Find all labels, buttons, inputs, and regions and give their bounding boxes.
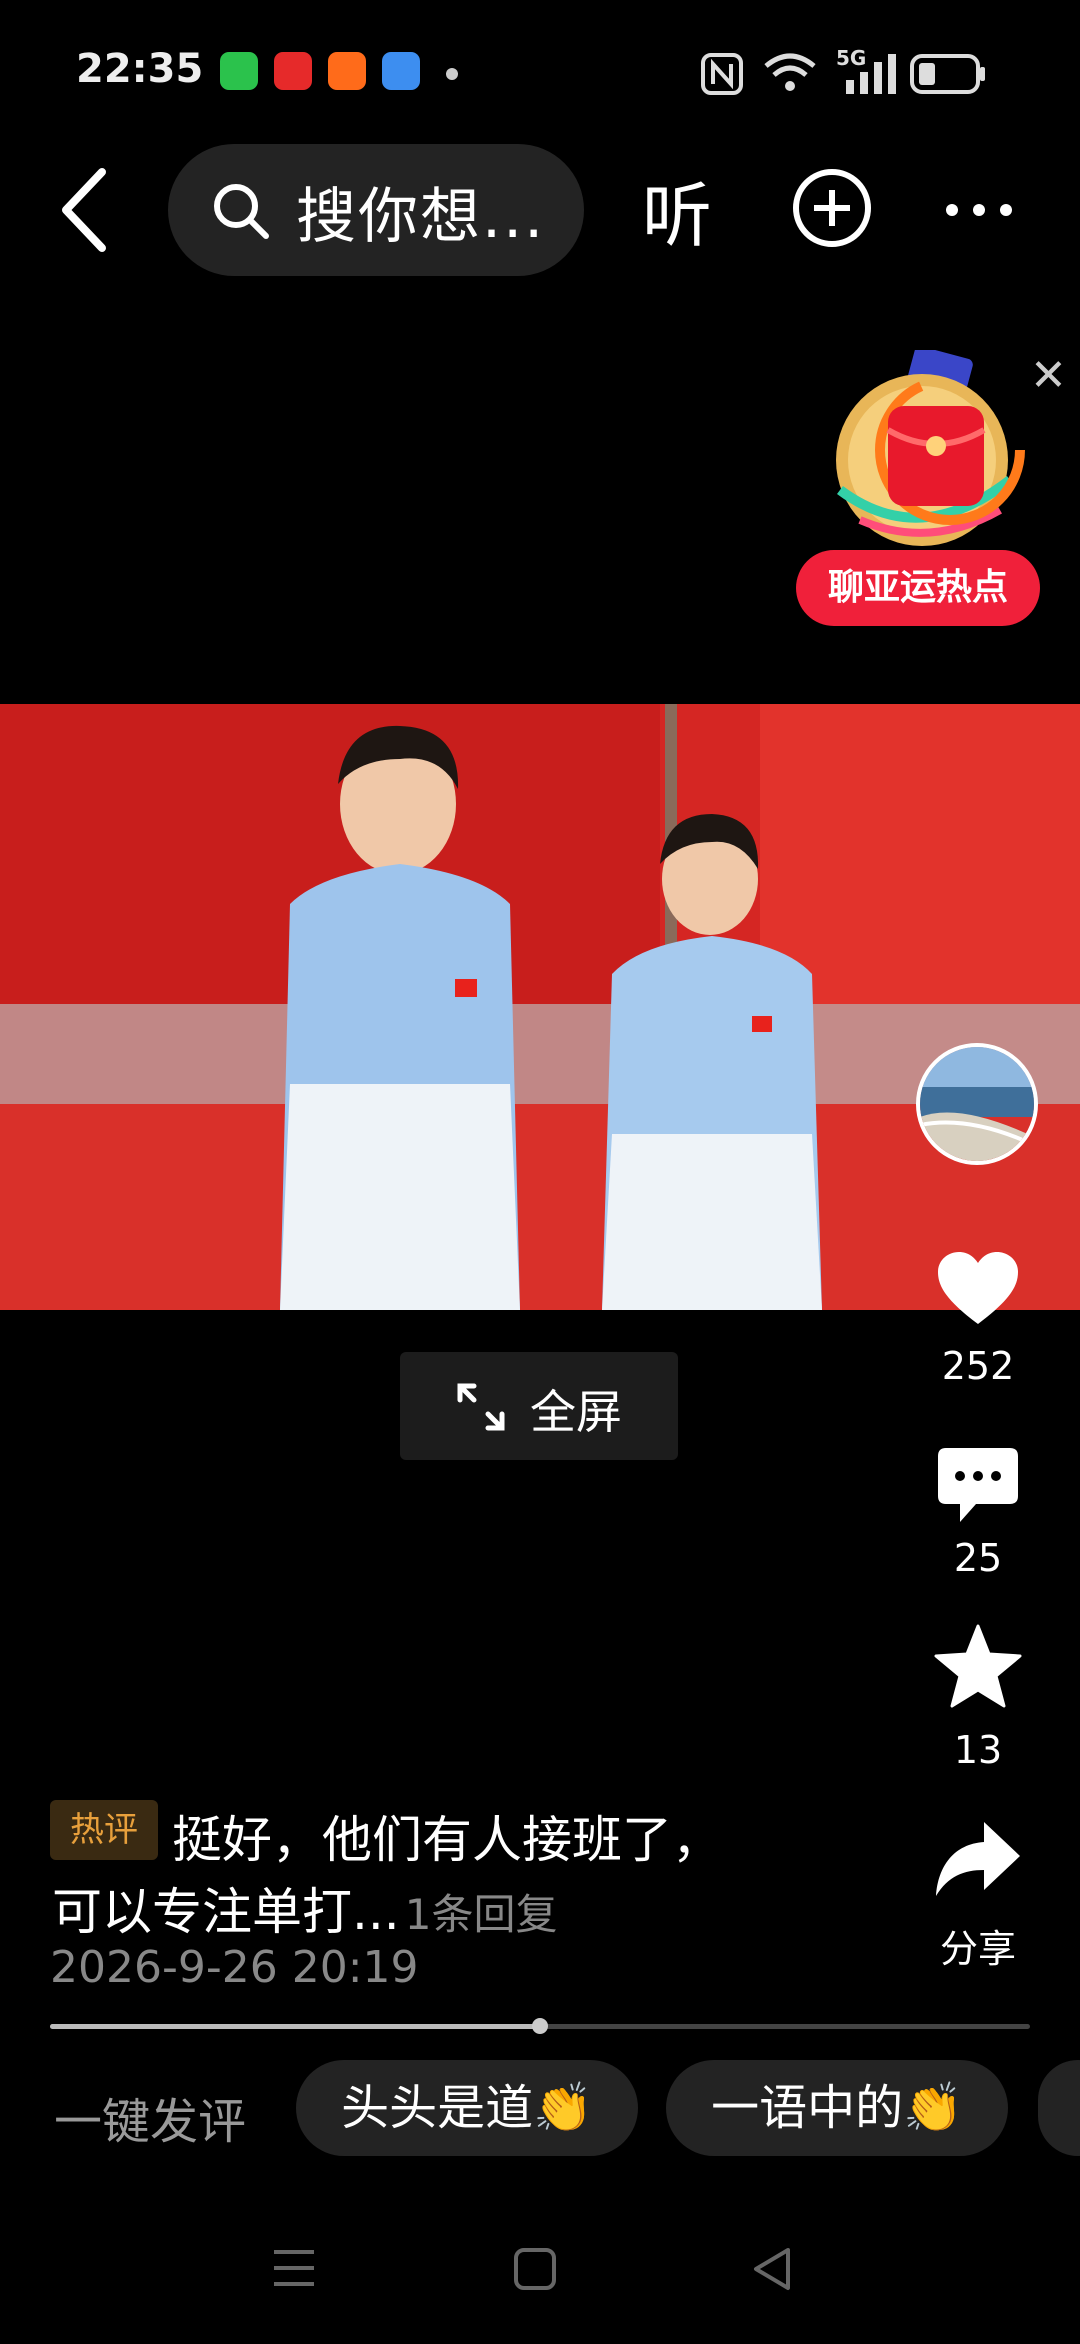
reply-count-link[interactable]: 1条回复 [405, 1890, 558, 1939]
comment-line2-wrapper: 可以专注单打... 1条回复 [52, 1872, 558, 1944]
notification-dot [446, 68, 458, 80]
app-icon [328, 52, 366, 90]
comment-text-line2[interactable]: 可以专注单打... [52, 1883, 400, 1941]
signal-icon [846, 54, 896, 94]
like-count: 252 [941, 1344, 1015, 1388]
author-avatar[interactable] [916, 1043, 1038, 1165]
status-time: 22:35 [76, 46, 204, 92]
share-label[interactable]: 分享 [918, 1918, 1038, 1973]
comment-count: 25 [953, 1536, 1003, 1580]
quick-comment-label: 一键发评 [54, 2094, 247, 2150]
favorite-count: 13 [953, 1728, 1003, 1772]
back-nav-icon[interactable] [750, 2246, 794, 2292]
share-icon[interactable] [934, 1820, 1022, 1898]
expand-icon [457, 1383, 505, 1431]
video-progress-fill [50, 2024, 540, 2029]
quick-reply-chip-more[interactable] [1038, 2060, 1080, 2156]
like-icon[interactable] [936, 1250, 1020, 1326]
comment-icon[interactable] [936, 1446, 1020, 1526]
fullscreen-label[interactable]: 全屏 [530, 1376, 622, 1442]
home-nav-icon[interactable] [512, 2246, 558, 2292]
battery-icon [910, 54, 985, 94]
wechat-icon [220, 52, 258, 90]
quick-reply-chip[interactable]: 一语中的👏 [666, 2060, 1008, 2156]
promo-badge[interactable]: 聊亚运热点 [796, 550, 1040, 626]
menu-nav-icon[interactable] [270, 2246, 318, 2290]
add-button[interactable] [790, 166, 874, 250]
back-button[interactable] [50, 160, 120, 260]
favorite-icon[interactable] [934, 1624, 1022, 1708]
video-frame [0, 704, 1080, 1310]
red-envelope-icon[interactable] [800, 350, 1030, 550]
hot-comment-tag: 热评 [50, 1800, 158, 1860]
quick-reply-chip[interactable]: 头头是道👏 [296, 2060, 638, 2156]
nfc-icon [701, 53, 743, 95]
comment-text-line1[interactable]: 挺好，他们有人接班了， [172, 1800, 722, 1872]
avatar-image [920, 1047, 1034, 1161]
toutiao-icon [274, 52, 312, 90]
video-progress-handle[interactable] [532, 2018, 548, 2034]
promo-close-button[interactable]: ✕ [1030, 350, 1067, 401]
listen-button[interactable]: 听 [642, 160, 712, 261]
wifi-icon [764, 53, 816, 91]
comment-timestamp: 2026-9-26 20:19 [50, 1942, 419, 1993]
video-player[interactable] [0, 704, 1080, 1310]
more-icon[interactable] [944, 198, 1014, 222]
search-icon [214, 184, 269, 239]
weather-icon [382, 52, 420, 90]
search-placeholder[interactable]: 搜你想... [296, 168, 545, 255]
